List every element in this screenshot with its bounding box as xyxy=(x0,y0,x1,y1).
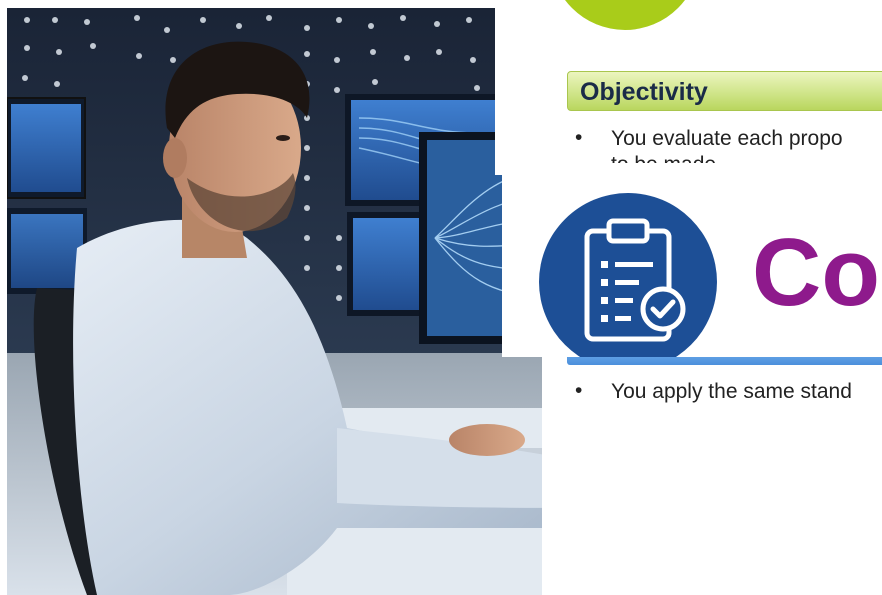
photo-man-at-workstation xyxy=(7,8,542,595)
green-circle-decoration xyxy=(550,0,700,30)
slide-consistency: • You apply the same stand xyxy=(542,352,882,450)
slide-title-text: Co xyxy=(752,219,880,326)
slide-title-card: Co xyxy=(502,163,882,357)
slide-objectivity: Objectivity • You evaluate each propo to… xyxy=(495,0,882,175)
objectivity-header-title: Objectivity xyxy=(580,78,708,106)
objectivity-bullet-text: You evaluate each propo xyxy=(611,127,843,150)
clipboard-check-icon xyxy=(539,193,717,357)
consistency-bullet-dot: • xyxy=(575,379,583,402)
consistency-bullet-text: You apply the same stand xyxy=(611,380,852,403)
screenshot-canvas: Objectivity • You evaluate each propo to… xyxy=(0,0,882,595)
objectivity-bullet-dot: • xyxy=(575,126,583,149)
photo-illustration xyxy=(7,8,542,595)
objectivity-header-bar: Objectivity xyxy=(567,71,882,111)
